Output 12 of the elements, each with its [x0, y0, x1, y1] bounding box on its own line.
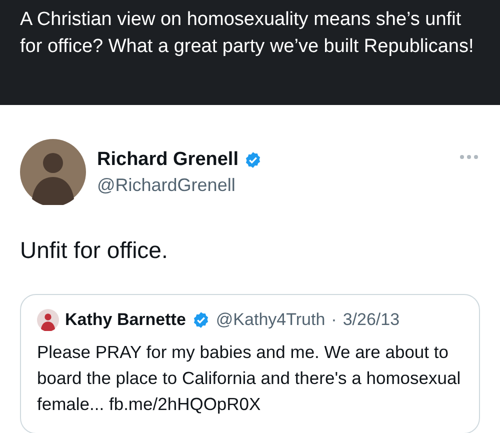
- tweet-text: Unfit for office.: [20, 237, 169, 264]
- separator: ·: [331, 310, 337, 330]
- quoted-tweet-card[interactable]: Kathy Barnette @Kathy4Truth · 3/26/13 Please PRAY for my babies and me. We are about to board the place to California and there's a homosexual female... fb.me/2hHQOpR0X: [20, 294, 480, 433]
- quoted-author-name[interactable]: Kathy Barnette: [65, 310, 186, 330]
- avatar[interactable]: [20, 139, 86, 205]
- quoted-tweet-text: Please PRAY for my babies and me. We are about to board the place to California and there's a homosexual female... fb.me/2hHQOpR0X: [37, 341, 462, 416]
- quoted-author-handle[interactable]: @Kathy4Truth: [216, 310, 326, 330]
- avatar[interactable]: [37, 309, 59, 331]
- author-handle[interactable]: @RichardGrenell: [97, 174, 447, 196]
- tweet-date: 3/26/13: [342, 310, 400, 330]
- comment-text: A Christian view on homosexuality means she’s unfit for office? What a great party we’ve built Republicans!: [20, 8, 475, 59]
- author-name[interactable]: Richard Grenell: [97, 148, 238, 170]
